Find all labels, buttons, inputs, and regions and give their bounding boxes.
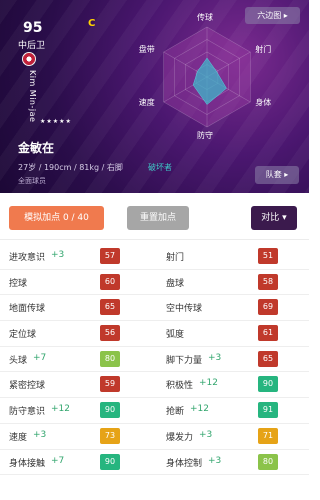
attribute-value-badge: 73 — [100, 427, 120, 444]
attribute-row: 身体接触 +7 90 身体控制 +3 80 — [0, 450, 309, 476]
attribute-bonus: +12 — [51, 404, 70, 415]
attribute-cell[interactable]: 速度 +3 73 — [0, 424, 150, 449]
player-trait[interactable]: 破坏者 — [148, 162, 172, 173]
radar-label-shoot: 射门 — [255, 45, 272, 54]
attribute-name: 地面传球 — [9, 304, 46, 315]
player-vertical-name: Kim Min-jae — [28, 70, 37, 123]
attribute-value-badge: 80 — [100, 350, 120, 367]
reset-points-button[interactable]: 重置加点 — [127, 206, 189, 230]
attribute-bonus: +12 — [199, 378, 218, 389]
attribute-row: 进攻意识 +3 57 射门 51 — [0, 244, 309, 270]
player-subtitle: 全面球员 — [18, 177, 46, 185]
attribute-name: 脚下力量 — [166, 355, 203, 366]
attribute-cell[interactable]: 进攻意识 +3 57 — [0, 244, 150, 269]
attribute-name: 盘球 — [166, 278, 185, 289]
attribute-name: 身体控制 — [166, 458, 203, 469]
team-style-button[interactable]: 队套 ▸ — [255, 166, 299, 184]
attribute-value-badge: 80 — [258, 453, 278, 470]
attribute-row: 地面传球 65 空中传球 69 — [0, 295, 309, 322]
attribute-value-badge: 90 — [258, 376, 278, 393]
attribute-cell[interactable]: 控球 60 — [0, 270, 150, 295]
attribute-radar-chart: 传球 射门 身体 防守 速度 盘带 — [138, 13, 275, 140]
action-bar: 模拟加点 0 / 40 重置加点 对比 ▾ — [0, 193, 309, 240]
player-name: 金敏在 — [18, 141, 55, 155]
compare-button[interactable]: 对比 ▾ — [251, 206, 297, 230]
attribute-grid: 进攻意识 +3 57 射门 51 控球 60 盘球 58 地面传球 65 空中传球 69 定位球 56 弧度 6… — [0, 244, 309, 476]
radar-label-defense: 防守 — [197, 131, 213, 140]
attribute-bonus: +3 — [208, 352, 222, 363]
attribute-row: 防守意识 +12 90 抢断 +12 91 — [0, 398, 309, 424]
attribute-name: 控球 — [9, 278, 28, 289]
attribute-bonus: +3 — [33, 429, 47, 440]
attribute-cell[interactable]: 空中传球 69 — [158, 295, 308, 320]
player-header: 95 中后卫 Kim Min-jae ★★★★★ C 六边图 ▸ 传球 射门 身… — [0, 0, 309, 193]
rarity-badge: C — [88, 18, 96, 29]
attribute-cell[interactable]: 脚下力量 +3 65 — [158, 347, 308, 372]
attribute-name: 定位球 — [9, 330, 37, 341]
attribute-row: 紧密控球 59 积极性 +12 90 — [0, 372, 309, 399]
attribute-name: 防守意识 — [9, 407, 46, 418]
attribute-cell[interactable]: 积极性 +12 90 — [158, 372, 308, 397]
attribute-name: 射门 — [166, 253, 185, 263]
attribute-name: 积极性 — [166, 381, 194, 392]
simulate-points-button[interactable]: 模拟加点 0 / 40 — [9, 206, 104, 230]
attribute-name: 紧密控球 — [9, 381, 46, 392]
attribute-value-badge: 56 — [100, 325, 120, 342]
attribute-bonus: +3 — [208, 455, 222, 466]
attribute-name: 爆发力 — [166, 432, 194, 443]
attribute-value-badge: 58 — [258, 273, 278, 290]
attribute-cell[interactable]: 弧度 61 — [158, 321, 308, 346]
attribute-value-badge: 91 — [258, 402, 278, 419]
attribute-cell[interactable]: 地面传球 65 — [0, 295, 150, 320]
attribute-value-badge: 65 — [100, 299, 120, 316]
attribute-name: 进攻意识 — [9, 253, 46, 263]
attribute-row: 控球 60 盘球 58 — [0, 270, 309, 296]
attribute-bonus: +7 — [33, 352, 47, 363]
attribute-bonus: +3 — [51, 250, 65, 260]
skill-stars: ★★★★★ — [40, 118, 72, 125]
attribute-value-badge: 90 — [100, 453, 120, 470]
club-badge-icon — [22, 52, 36, 66]
player-position: 中后卫 — [18, 41, 46, 51]
attribute-cell[interactable]: 头球 +7 80 — [0, 347, 150, 372]
attribute-cell[interactable]: 身体接触 +7 90 — [0, 450, 150, 475]
attribute-name: 头球 — [9, 355, 28, 366]
radar-label-pass: 传球 — [197, 13, 213, 22]
attribute-name: 身体接触 — [9, 458, 46, 469]
attribute-cell[interactable]: 爆发力 +3 71 — [158, 424, 308, 449]
radar-label-body: 身体 — [255, 98, 272, 107]
attribute-value-badge: 71 — [258, 427, 278, 444]
attribute-row: 定位球 56 弧度 61 — [0, 321, 309, 347]
attribute-cell[interactable]: 射门 51 — [158, 244, 308, 269]
attribute-name: 速度 — [9, 432, 28, 443]
attribute-bonus: +3 — [199, 429, 213, 440]
attribute-row: 头球 +7 80 脚下力量 +3 65 — [0, 347, 309, 373]
attribute-cell[interactable]: 定位球 56 — [0, 321, 150, 346]
attribute-value-badge: 57 — [100, 248, 120, 264]
attribute-value-badge: 65 — [258, 350, 278, 367]
attribute-cell[interactable]: 身体控制 +3 80 — [158, 450, 308, 475]
overall-rating: 95 — [23, 20, 43, 36]
radar-svg — [163, 26, 251, 128]
attribute-cell[interactable]: 抢断 +12 91 — [158, 398, 308, 423]
attribute-cell[interactable]: 防守意识 +12 90 — [0, 398, 150, 423]
attribute-value-badge: 59 — [100, 376, 120, 393]
attribute-name: 弧度 — [166, 330, 185, 341]
attribute-value-badge: 51 — [258, 248, 278, 264]
attribute-value-badge: 69 — [258, 299, 278, 316]
attribute-name: 抢断 — [166, 407, 185, 418]
attribute-bonus: +7 — [51, 455, 65, 466]
attribute-bonus: +12 — [190, 404, 209, 415]
player-info: 27岁 / 190cm / 81kg / 右脚 — [18, 163, 123, 172]
radar-label-dribble: 盘带 — [138, 45, 155, 54]
attribute-value-badge: 60 — [100, 273, 120, 290]
attribute-value-badge: 61 — [258, 325, 278, 342]
attribute-row: 速度 +3 73 爆发力 +3 71 — [0, 424, 309, 450]
attribute-cell[interactable]: 盘球 58 — [158, 270, 308, 295]
attribute-cell[interactable]: 紧密控球 59 — [0, 372, 150, 397]
attribute-value-badge: 90 — [100, 402, 120, 419]
radar-label-speed: 速度 — [138, 98, 155, 107]
attribute-name: 空中传球 — [166, 304, 203, 315]
